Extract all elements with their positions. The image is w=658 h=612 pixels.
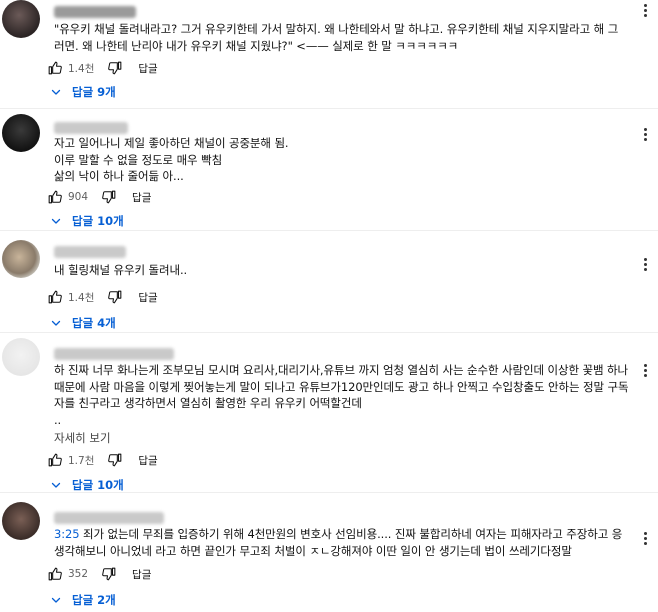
like-count: 1.4천: [68, 291, 95, 304]
author-name-redacted[interactable]: [54, 348, 174, 360]
like-button[interactable]: 1.4천: [48, 287, 108, 307]
dislike-button[interactable]: [108, 287, 122, 307]
comment-text: 내 힐링채널 유우키 돌려내..: [54, 263, 188, 277]
avatar[interactable]: [2, 240, 40, 278]
comment-text: "유우키 채널 돌려내라고? 그거 유우키한테 가서 말하지. 왜 나한테와서 …: [54, 22, 619, 53]
like-count: 1.7천: [68, 454, 95, 467]
dislike-button[interactable]: [102, 187, 116, 207]
avatar[interactable]: [2, 114, 40, 152]
comment-actions: 352 답글: [48, 564, 151, 584]
replies-count: 답글 10개: [72, 214, 124, 228]
comment-3: 내 힐링채널 유우키 돌려내.. 1.4천 답글 답글 4개: [0, 232, 658, 331]
reply-button[interactable]: 답글: [138, 290, 157, 305]
divider: [0, 492, 658, 493]
comment-actions: 1.4천 답글: [48, 58, 158, 78]
comment-actions: 904 답글: [48, 187, 151, 207]
view-replies-button[interactable]: 답글 4개: [50, 315, 116, 331]
like-button[interactable]: 1.4천: [48, 58, 108, 78]
thumb-up-icon: [48, 61, 62, 75]
thumb-up-icon: [48, 567, 62, 581]
chevron-down-icon: [51, 482, 61, 488]
reply-button[interactable]: 답글: [138, 61, 157, 76]
thumb-up-icon: [48, 290, 62, 304]
more-vert-icon[interactable]: [642, 258, 648, 271]
reply-button[interactable]: 답글: [132, 567, 151, 582]
reply-button[interactable]: 답글: [138, 453, 157, 468]
comment-text: 3:25 죄가 없는데 무죄를 입증하기 위해 4천만원의 변호사 선임비용..…: [54, 526, 630, 559]
divider: [0, 332, 658, 333]
chevron-down-icon: [51, 320, 61, 326]
thumb-down-icon: [102, 190, 116, 204]
thumb-down-icon: [108, 453, 122, 467]
divider: [0, 108, 658, 109]
author-name-redacted[interactable]: [54, 122, 128, 134]
more-vert-icon[interactable]: [642, 364, 648, 377]
replies-count: 답글 2개: [72, 593, 116, 607]
comment-body: 죄가 없는데 무죄를 입증하기 위해 4천만원의 변호사 선임비용.... 진짜…: [54, 527, 623, 558]
comment-4: 하 진짜 너무 화나는게 조부모님 모시며 요리사,대리기사,유튜브 까지 엄청…: [0, 334, 658, 492]
chevron-down-icon: [51, 89, 61, 95]
divider: [0, 230, 658, 231]
comment-actions: 1.4천 답글: [48, 287, 158, 307]
view-replies-button[interactable]: 답글 10개: [50, 477, 124, 493]
avatar[interactable]: [2, 338, 40, 376]
view-replies-button[interactable]: 답글 9개: [50, 84, 116, 100]
more-vert-icon[interactable]: [642, 4, 648, 17]
like-button[interactable]: 904: [48, 187, 102, 207]
reply-button[interactable]: 답글: [132, 190, 151, 205]
replies-count: 답글 10개: [72, 478, 124, 492]
thumb-up-icon: [48, 190, 62, 204]
author-name-redacted[interactable]: [54, 246, 126, 258]
more-vert-icon[interactable]: [642, 128, 648, 141]
avatar[interactable]: [2, 502, 40, 540]
comment-text: 자고 일어나니 제일 좋아하던 채널이 공중분해 됨. 이루 말할 수 없을 정…: [54, 136, 289, 183]
comment-text: 하 진짜 너무 화나는게 조부모님 모시며 요리사,대리기사,유튜브 까지 엄청…: [54, 363, 629, 427]
thumb-down-icon: [102, 567, 116, 581]
like-button[interactable]: 352: [48, 564, 102, 584]
thumb-down-icon: [108, 290, 122, 304]
avatar[interactable]: [2, 0, 40, 38]
read-more-button[interactable]: 자세히 보기: [54, 430, 111, 446]
timestamp-link[interactable]: 3:25: [54, 527, 80, 541]
replies-count: 답글 9개: [72, 85, 116, 99]
comment-1: "유우키 채널 돌려내라고? 그거 유우키한테 가서 말하지. 왜 나한테와서 …: [0, 0, 658, 110]
author-name-redacted[interactable]: [54, 512, 164, 524]
thumb-up-icon: [48, 453, 62, 467]
replies-count: 답글 4개: [72, 316, 116, 330]
dislike-button[interactable]: [108, 450, 122, 470]
like-count: 904: [68, 191, 89, 203]
like-count: 352: [68, 568, 89, 580]
dislike-button[interactable]: [108, 58, 122, 78]
more-vert-icon[interactable]: [642, 532, 648, 545]
like-count: 1.4천: [68, 62, 95, 75]
view-replies-button[interactable]: 답글 10개: [50, 213, 124, 229]
comment-5: 3:25 죄가 없는데 무죄를 입증하기 위해 4천만원의 변호사 선임비용..…: [0, 496, 658, 612]
thumb-down-icon: [108, 61, 122, 75]
author-name-redacted[interactable]: [54, 6, 136, 18]
view-replies-button[interactable]: 답글 2개: [50, 592, 116, 608]
comment-2: 자고 일어나니 제일 좋아하던 채널이 공중분해 됨. 이루 말할 수 없을 정…: [0, 110, 658, 230]
chevron-down-icon: [51, 218, 61, 224]
dislike-button[interactable]: [102, 564, 116, 584]
comment-actions: 1.7천 답글: [48, 450, 158, 470]
like-button[interactable]: 1.7천: [48, 450, 108, 470]
chevron-down-icon: [51, 597, 61, 603]
